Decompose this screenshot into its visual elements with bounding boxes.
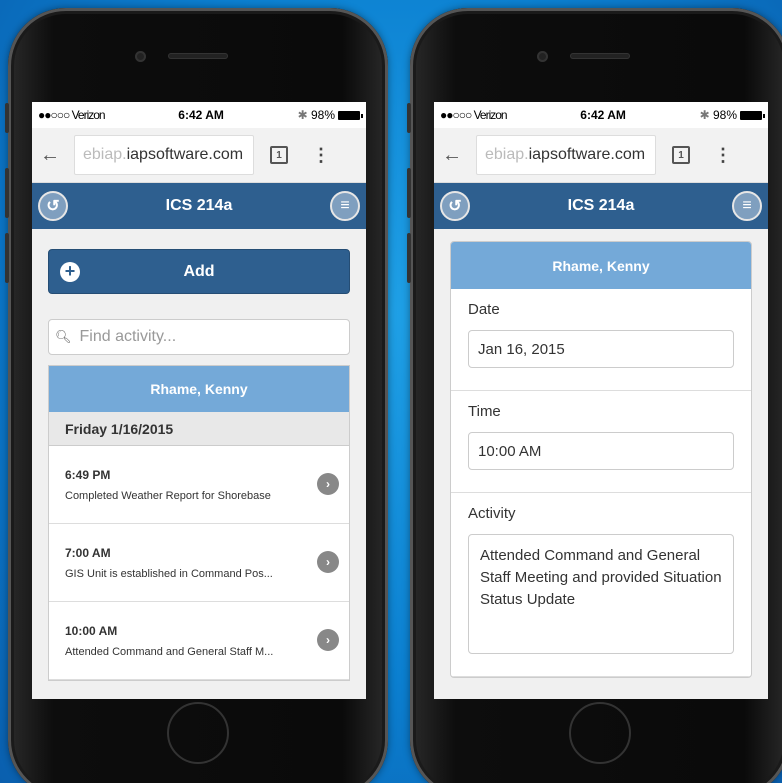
list-item[interactable]: 7:00 AM GIS Unit is established in Comma…: [49, 524, 349, 602]
home-button[interactable]: [569, 702, 631, 764]
search-placeholder: Find activity...: [79, 328, 177, 345]
chevron-right-icon: ›: [317, 551, 339, 573]
back-circle-icon[interactable]: ↺: [440, 191, 470, 221]
speaker: [570, 53, 630, 59]
volume-up-button: [407, 168, 411, 218]
activity-list: Rhame, Kenny Friday 1/16/2015 6:49 PM Co…: [48, 365, 350, 681]
activity-textarea[interactable]: Attended Command and General Staff Meeti…: [468, 534, 734, 654]
bluetooth-icon: ✱: [297, 108, 308, 122]
app-bar: ↺ ICS 214a ≡: [32, 183, 366, 229]
add-label: Add: [183, 262, 215, 280]
battery-icon: [338, 111, 363, 121]
time-field-group: Time 10:00 AM: [451, 391, 751, 493]
tabs-button[interactable]: 1: [672, 146, 690, 164]
status-time: 6:42 AM: [580, 108, 626, 122]
status-bar: ●●○○○ Verizon 6:42 AM ✱ 98%: [434, 102, 768, 128]
status-bar: ●●○○○ Verizon 6:42 AM ✱ 98%: [32, 102, 366, 128]
activity-field-group: Activity Attended Command and General St…: [451, 493, 751, 677]
screen-detail: ●●○○○ Verizon 6:42 AM ✱ 98% ← ebiap. iaps…: [434, 102, 768, 699]
date-field[interactable]: Jan 16, 2015: [468, 330, 734, 368]
mute-switch: [407, 103, 411, 133]
url-bar[interactable]: ebiap. iapsoftware.com: [74, 135, 254, 175]
search-icon: 🔍︎: [55, 329, 72, 344]
menu-circle-icon[interactable]: ≡: [732, 191, 762, 221]
app-title: ICS 214a: [567, 197, 635, 214]
activity-form: Rhame, Kenny Date Jan 16, 2015 Time 10:0…: [450, 241, 752, 678]
chevron-right-icon: ›: [317, 473, 339, 495]
item-description: GIS Unit is established in Command Pos..…: [65, 567, 273, 580]
item-time: 10:00 AM: [65, 623, 118, 638]
volume-down-button: [5, 233, 9, 283]
plus-icon: +: [60, 261, 80, 282]
item-time: 7:00 AM: [65, 545, 111, 560]
activity-label: Activity: [468, 505, 516, 522]
list-item[interactable]: 6:49 PM Completed Weather Report for Sho…: [49, 446, 349, 524]
app-title: ICS 214a: [165, 197, 233, 214]
phone-left: ●●○○○ Verizon 6:42 AM ✱ 98% ← ebiap. iaps…: [5, 8, 388, 783]
battery-percent: 98%: [310, 108, 335, 122]
phone-right: ●●○○○ Verizon 6:42 AM ✱ 98% ← ebiap. iaps…: [407, 8, 782, 783]
person-header: Rhame, Kenny: [451, 242, 751, 289]
app-bar: ↺ ICS 214a ≡: [434, 183, 768, 229]
overflow-menu-icon[interactable]: ⋮: [312, 146, 330, 164]
menu-circle-icon[interactable]: ≡: [330, 191, 360, 221]
url-prefix: ebiap.: [83, 146, 127, 163]
bluetooth-icon: ✱: [699, 108, 710, 122]
carrier-label: ●●○○○ Verizon: [38, 108, 106, 122]
battery-indicator: ✱ 98%: [699, 108, 765, 122]
status-time: 6:42 AM: [178, 108, 224, 122]
tabs-button[interactable]: 1: [270, 146, 288, 164]
day-divider: Friday 1/16/2015: [49, 412, 349, 446]
browser-toolbar: ← ebiap. iapsoftware.com 1 ⋮: [32, 128, 366, 183]
item-description: Attended Command and General Staff M...: [65, 645, 274, 658]
person-header: Rhame, Kenny: [49, 366, 349, 412]
volume-up-button: [5, 168, 9, 218]
date-label: Date: [468, 301, 500, 318]
battery-percent: 98%: [712, 108, 737, 122]
item-time: 6:49 PM: [65, 467, 111, 482]
camera: [537, 51, 548, 62]
battery-icon: [740, 111, 765, 121]
url-bar[interactable]: ebiap. iapsoftware.com: [476, 135, 656, 175]
back-arrow-icon[interactable]: ←: [40, 144, 66, 167]
battery-indicator: ✱ 98%: [297, 108, 363, 122]
back-arrow-icon[interactable]: ←: [442, 144, 468, 167]
mute-switch: [5, 103, 9, 133]
date-field-group: Date Jan 16, 2015: [451, 289, 751, 391]
time-label: Time: [468, 403, 501, 420]
screen-list: ●●○○○ Verizon 6:42 AM ✱ 98% ← ebiap. iaps…: [32, 102, 366, 699]
url-prefix: ebiap.: [485, 146, 529, 163]
item-description: Completed Weather Report for Shorebase: [65, 489, 271, 502]
carrier-label: ●●○○○ Verizon: [440, 108, 508, 122]
search-input[interactable]: 🔍︎ Find activity...: [48, 319, 350, 355]
url-main: iapsoftware.com: [528, 146, 646, 163]
time-field[interactable]: 10:00 AM: [468, 432, 734, 470]
volume-down-button: [407, 233, 411, 283]
camera: [135, 51, 146, 62]
overflow-menu-icon[interactable]: ⋮: [714, 146, 732, 164]
list-item[interactable]: 10:00 AM Attended Command and General St…: [49, 602, 349, 680]
home-button[interactable]: [167, 702, 229, 764]
chevron-right-icon: ›: [317, 629, 339, 651]
back-circle-icon[interactable]: ↺: [38, 191, 68, 221]
speaker: [168, 53, 228, 59]
browser-toolbar: ← ebiap. iapsoftware.com 1 ⋮: [434, 128, 768, 183]
add-button[interactable]: + Add: [48, 249, 350, 294]
url-main: iapsoftware.com: [126, 146, 244, 163]
